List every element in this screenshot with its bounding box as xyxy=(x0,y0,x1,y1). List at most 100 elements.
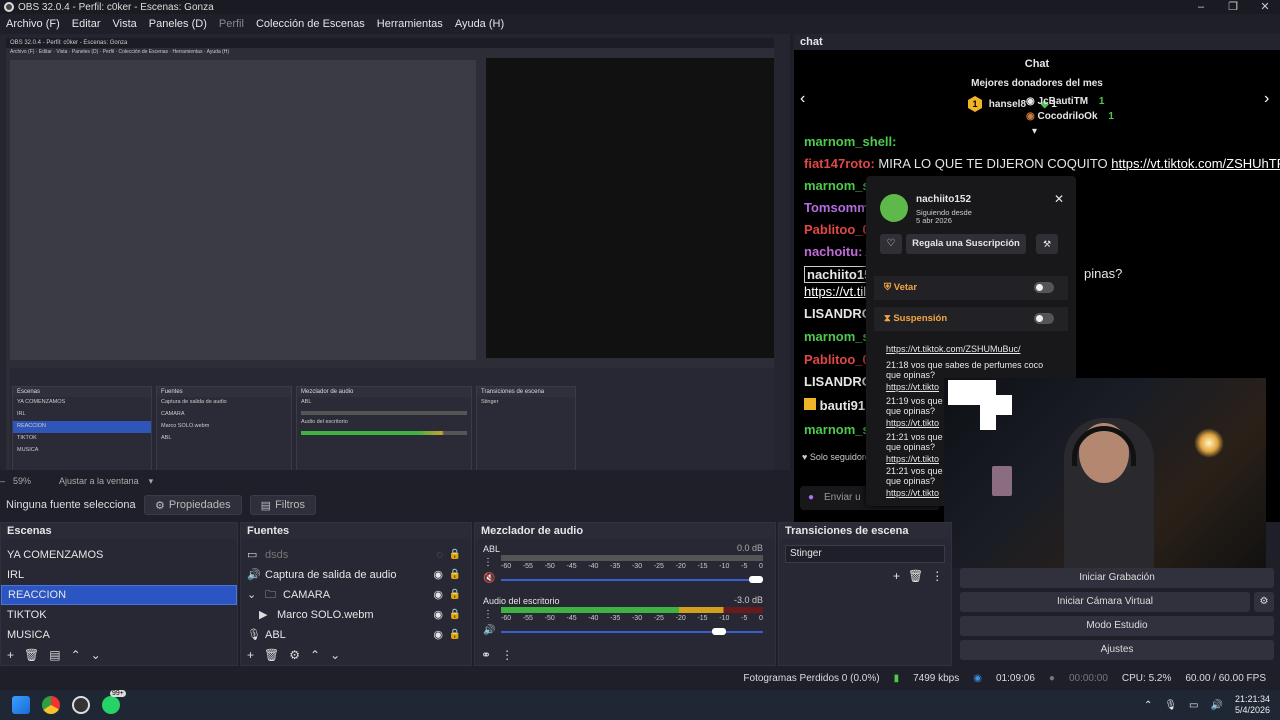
history-link[interactable]: https://vt.tikto xyxy=(886,418,939,428)
windows-start-icon[interactable] xyxy=(12,696,30,714)
chat-link[interactable]: https://vt.til xyxy=(804,284,866,299)
speaker-muted-icon[interactable]: 🔇 xyxy=(483,573,495,584)
chat-link[interactable]: https://vt.tiktok.com/ZSHUhTRwv/ xyxy=(1111,156,1280,171)
scene-item[interactable]: MUSICA xyxy=(1,625,237,645)
menu-view[interactable]: Vista xyxy=(107,18,143,30)
lock-icon[interactable]: 🔒 xyxy=(449,605,461,625)
eye-icon[interactable]: ◉ xyxy=(433,585,443,605)
chevron-up-icon[interactable]: ⌃ xyxy=(71,648,81,662)
chrome-icon[interactable] xyxy=(42,696,60,714)
user-link[interactable]: https://vt.tiktok.com/ZSHUMuBuc/ xyxy=(886,344,1021,354)
gift-sub-button[interactable]: Regala una Suscripción xyxy=(906,234,1026,254)
chevron-down-icon[interactable]: ⌄ xyxy=(247,585,265,605)
stream-icon: ◉ xyxy=(973,672,982,684)
ban-toggle[interactable] xyxy=(1034,282,1054,293)
transition-select[interactable]: Stinger xyxy=(785,545,945,563)
minus-icon[interactable]: – xyxy=(0,476,5,486)
studio-mode-button[interactable]: Modo Estudio xyxy=(960,616,1274,636)
donor-2: ◉ JcBautiTM 1 xyxy=(1026,96,1105,107)
gear-icon[interactable]: ⚙ xyxy=(1254,592,1274,612)
chat-dock-title: chat xyxy=(794,34,1280,50)
source-item[interactable]: 🔊 Captura de salida de audio ◉ 🔒 xyxy=(241,565,471,585)
trash-icon[interactable]: 🗑 xyxy=(24,648,39,662)
history-link[interactable]: https://vt.tikto xyxy=(886,454,939,464)
filter-icon[interactable]: ▤ xyxy=(49,648,60,662)
lock-icon[interactable]: 🔒 xyxy=(449,565,461,585)
scene-item[interactable]: TIKTOK xyxy=(1,605,237,625)
link-icon[interactable]: ⚭ xyxy=(481,648,491,662)
source-item[interactable]: ▭ dsds ◌ 🔒 xyxy=(241,545,471,565)
menu-dots-icon[interactable]: ⋮ xyxy=(483,609,493,620)
mod-tools-button[interactable]: ⚒ xyxy=(1036,234,1058,254)
gear-icon[interactable]: ⚙ xyxy=(289,648,300,662)
chevron-up-icon[interactable]: ⌃ xyxy=(310,648,320,662)
source-group[interactable]: ⌄ 🗀 CAMARA ◉ 🔒 xyxy=(241,585,471,605)
clock[interactable]: 21:21:34 5/4/2026 xyxy=(1235,694,1270,716)
mic-icon[interactable]: 🎙 xyxy=(1164,700,1177,711)
source-item[interactable]: 🎙 ABL ◉ 🔒 xyxy=(241,625,471,645)
scene-item[interactable]: IRL xyxy=(1,565,237,585)
volume-slider[interactable] xyxy=(501,576,763,583)
scene-item[interactable]: YA COMENZAMOS xyxy=(1,545,237,565)
menu-edit[interactable]: Editar xyxy=(66,18,107,30)
chevron-left-icon[interactable]: ‹ xyxy=(800,90,805,108)
chevron-right-icon[interactable]: › xyxy=(1264,90,1269,108)
eye-hidden-icon[interactable]: ◌ xyxy=(436,545,443,565)
volume-slider[interactable] xyxy=(501,628,763,635)
scene-item-selected[interactable]: REACCION xyxy=(1,585,237,605)
close-icon[interactable]: ✕ xyxy=(1250,0,1280,14)
preview-canvas[interactable]: OBS 32.0.4 - Perfil: c0ker - Escenas: Go… xyxy=(0,34,790,504)
collapse-icon[interactable]: ▾ xyxy=(1032,126,1037,137)
menu-dots-icon[interactable]: ⋮ xyxy=(501,648,513,662)
chevron-down-icon[interactable]: ▾ xyxy=(149,476,154,487)
add-icon[interactable]: + xyxy=(247,648,254,662)
menu-profile[interactable]: Perfil xyxy=(213,18,250,30)
speaker-icon[interactable]: 🔊 xyxy=(483,625,495,636)
history-link[interactable]: https://vt.tikto xyxy=(886,488,939,498)
add-icon[interactable]: + xyxy=(7,648,14,662)
close-icon[interactable]: ✕ xyxy=(1054,192,1064,206)
bitrate: 7499 kbps xyxy=(913,672,960,684)
add-icon[interactable]: + xyxy=(893,569,900,583)
donors-title: Mejores donadores del mes xyxy=(971,78,1103,89)
chevron-down-icon[interactable]: ⌄ xyxy=(91,648,101,662)
filters-button[interactable]: ▤ Filtros xyxy=(249,495,317,515)
gear-icon: ⚙ xyxy=(155,499,165,512)
chevron-up-icon[interactable]: ⌃ xyxy=(1144,700,1152,711)
menu-docks[interactable]: Paneles (D) xyxy=(143,18,213,30)
minimize-icon[interactable]: – xyxy=(1186,0,1216,14)
menu-file[interactable]: Archivo (F) xyxy=(0,18,66,30)
settings-button[interactable]: Ajustes xyxy=(960,640,1274,660)
heart-button[interactable]: ♡ xyxy=(880,234,902,254)
zoom-fit-select[interactable]: Ajustar a la ventana xyxy=(59,476,139,486)
menu-dots-icon[interactable]: ⋮ xyxy=(931,569,943,583)
lock-icon[interactable]: 🔒 xyxy=(449,625,461,645)
slider-knob[interactable] xyxy=(749,576,763,583)
trash-icon[interactable]: 🗑 xyxy=(264,648,279,662)
menu-tools[interactable]: Herramientas xyxy=(371,18,449,30)
source-item[interactable]: ▶ Marco SOLO.webm ◉ 🔒 xyxy=(241,605,471,625)
history-link[interactable]: https://vt.tikto xyxy=(886,382,939,392)
lock-icon[interactable]: 🔒 xyxy=(449,585,461,605)
lock-icon[interactable]: 🔒 xyxy=(449,545,461,565)
eye-icon[interactable]: ◉ xyxy=(433,605,443,625)
obs-icon[interactable] xyxy=(72,696,90,714)
eye-icon[interactable]: ◉ xyxy=(433,565,443,585)
menu-scene-collection[interactable]: Colección de Escenas xyxy=(250,18,371,30)
menu-help[interactable]: Ayuda (H) xyxy=(449,18,510,30)
start-virtual-camera-button[interactable]: Iniciar Cámara Virtual xyxy=(960,592,1250,612)
menu-dots-icon[interactable]: ⋮ xyxy=(483,557,493,568)
start-recording-button[interactable]: Iniciar Grabación xyxy=(960,568,1274,588)
timeout-toggle[interactable] xyxy=(1034,313,1054,324)
whatsapp-icon[interactable]: 99+ xyxy=(102,690,126,714)
properties-button[interactable]: ⚙ Propiedades xyxy=(144,495,242,515)
chevron-down-icon[interactable]: ⌄ xyxy=(330,648,340,662)
volume-icon[interactable]: 🔊 xyxy=(1211,700,1223,711)
maximize-icon[interactable]: ❐ xyxy=(1218,0,1248,14)
eye-icon[interactable]: ◉ xyxy=(433,625,443,645)
network-icon[interactable]: ▭ xyxy=(1189,700,1198,711)
chat-message: Pablitoo_0: xyxy=(804,352,875,367)
slider-knob[interactable] xyxy=(711,628,726,635)
menu-bar: Archivo (F) Editar Vista Paneles (D) Per… xyxy=(0,14,1280,34)
trash-icon[interactable]: 🗑 xyxy=(908,569,923,583)
